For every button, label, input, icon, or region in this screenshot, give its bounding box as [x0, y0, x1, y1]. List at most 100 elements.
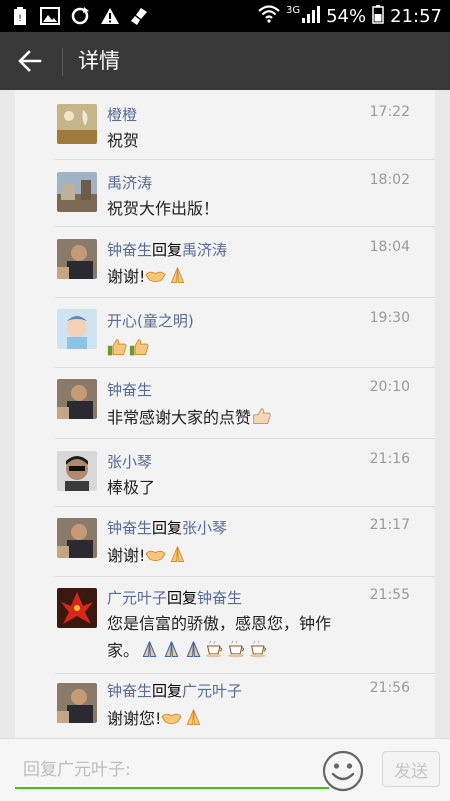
- pray-emoji-icon: [171, 546, 185, 562]
- comment-author[interactable]: 钟奋生回复张小琴: [107, 517, 227, 538]
- pray-emoji-icon: [186, 641, 201, 658]
- pray-emoji-icon: [171, 267, 185, 283]
- reply-label: 回复: [167, 589, 198, 607]
- reply-target-name[interactable]: 钟奋生: [197, 589, 242, 607]
- avatar[interactable]: [57, 379, 97, 419]
- reply-input[interactable]: [15, 753, 329, 789]
- avatar[interactable]: [57, 588, 97, 628]
- author-name[interactable]: 钟奋生: [107, 519, 152, 537]
- author-name[interactable]: 钟奋生: [107, 241, 152, 259]
- comment-item[interactable]: 广元叶子回复钟奋生 21:55 您是信富的骄傲，感恩您，钟作 家。: [15, 577, 435, 674]
- avatar[interactable]: [57, 518, 97, 558]
- status-bar: ! 3G 54% 21:57: [0, 0, 450, 32]
- comment-item[interactable]: 钟奋生回复广元叶子 21:56 谢谢您!: [15, 674, 435, 738]
- thumbs-up-emoji-icon: [253, 408, 271, 424]
- comment-item[interactable]: 禹济涛 18:02 祝贺大作出版！: [15, 160, 435, 227]
- handshake-emoji-icon: [145, 271, 167, 283]
- emoji-button[interactable]: [322, 750, 364, 792]
- comment-time: 17:22: [369, 104, 410, 120]
- comment-item[interactable]: 橙橙 17:22 祝贺: [15, 90, 435, 160]
- avatar[interactable]: [57, 104, 97, 144]
- comment-time: 18:02: [369, 172, 410, 188]
- author-name[interactable]: 钟奋生: [107, 682, 152, 700]
- coffee-emoji-icon: [249, 640, 267, 658]
- page-title: 详情: [78, 49, 120, 73]
- comment-text: 您是信富的骄傲，感恩您，钟作 家。: [107, 610, 407, 664]
- title-bar: 详情: [0, 32, 450, 90]
- comment-text: 祝贺: [107, 131, 140, 150]
- comment-item[interactable]: 开心(童之明) 19:30: [15, 298, 435, 368]
- warning-icon: [100, 6, 120, 26]
- comment-time: 21:55: [369, 587, 410, 603]
- avatar[interactable]: [57, 309, 97, 349]
- reply-label: 回复: [152, 519, 183, 537]
- comment-text: 非常感谢大家的点赞: [107, 404, 407, 431]
- comment-text-content: 谢谢!: [107, 267, 146, 286]
- avatar[interactable]: [57, 683, 97, 723]
- comment-author[interactable]: 禹济涛: [107, 172, 152, 193]
- comment-text-line: 您是信富的骄傲，感恩您，钟作: [107, 614, 332, 633]
- comment-author[interactable]: 开心(童之明): [107, 310, 194, 331]
- comment-item[interactable]: 钟奋生回复张小琴 21:17 谢谢!: [15, 507, 435, 577]
- reply-target-name[interactable]: 广元叶子: [182, 682, 242, 700]
- comment-time: 21:56: [369, 680, 410, 696]
- comment-time: 19:30: [369, 310, 410, 326]
- comment-time: 18:04: [369, 239, 410, 255]
- comment-text-content: 非常感谢大家的点赞: [107, 408, 252, 427]
- avatar[interactable]: [57, 239, 97, 279]
- sync-icon: [70, 6, 90, 26]
- avatar[interactable]: [57, 451, 97, 491]
- comment-text-content: 家。: [107, 641, 140, 660]
- coffee-emoji-icon: [227, 640, 245, 658]
- comment-author[interactable]: 钟奋生: [107, 379, 152, 400]
- battery-icon: [372, 4, 384, 29]
- comment-item[interactable]: 张小琴 21:16 棒极了: [15, 439, 435, 507]
- comment-author[interactable]: 橙橙: [107, 104, 137, 125]
- signal-icon: [302, 5, 321, 28]
- reply-target-name[interactable]: 张小琴: [182, 519, 227, 537]
- comment-text: 棒极了: [107, 478, 156, 497]
- title-divider: [62, 48, 63, 76]
- comment-item[interactable]: 钟奋生回复禹济涛 18:04 谢谢!: [15, 227, 435, 298]
- comment-time: 21:16: [369, 451, 410, 467]
- pray-emoji-icon: [142, 641, 157, 658]
- network-type: 3G: [285, 4, 301, 16]
- comment-text-line: 家。: [107, 637, 407, 664]
- reply-label: 回复: [152, 682, 183, 700]
- image-icon: [40, 6, 60, 26]
- battery-alert-icon: !: [10, 6, 30, 26]
- reply-target-name[interactable]: 禹济涛: [182, 241, 227, 259]
- comment-text: 谢谢!: [107, 542, 407, 569]
- clean-icon: [130, 6, 150, 26]
- pray-emoji-icon: [164, 641, 179, 658]
- reply-label: 回复: [152, 241, 183, 259]
- comment-text: [107, 335, 407, 362]
- comment-text: 谢谢!: [107, 263, 407, 290]
- svg-text:!: !: [18, 14, 22, 24]
- comment-item[interactable]: 钟奋生 20:10 非常感谢大家的点赞: [15, 368, 435, 439]
- comment-time: 21:17: [369, 517, 410, 533]
- comment-text-content: 谢谢!: [107, 546, 146, 565]
- back-button[interactable]: [12, 44, 48, 78]
- comment-author[interactable]: 张小琴: [107, 451, 152, 472]
- reply-bar: 发送: [0, 738, 450, 801]
- comment-text: 祝贺大作出版！: [107, 199, 220, 218]
- battery-level: 54%: [326, 5, 367, 27]
- comment-text-content: 谢谢您!: [107, 709, 162, 728]
- wifi-icon: [258, 4, 280, 28]
- comment-author[interactable]: 钟奋生回复禹济涛: [107, 239, 227, 260]
- comment-list: 橙橙 17:22 祝贺 禹济涛 18:02 祝贺大作出版！ 钟奋生回复禹济涛 1…: [15, 90, 435, 738]
- pray-emoji-icon: [187, 709, 201, 725]
- thumbs-up-emoji-icon: [107, 339, 127, 356]
- comment-time: 20:10: [369, 379, 410, 395]
- thumbs-up-emoji-icon: [129, 339, 149, 356]
- author-name[interactable]: 广元叶子: [107, 589, 167, 607]
- comment-text: 谢谢您!: [107, 705, 407, 732]
- send-button[interactable]: 发送: [382, 751, 440, 787]
- avatar[interactable]: [57, 172, 97, 212]
- back-arrow-icon: [18, 50, 42, 72]
- comment-author[interactable]: 钟奋生回复广元叶子: [107, 680, 242, 701]
- smiley-icon: [322, 750, 364, 792]
- handshake-emoji-icon: [145, 550, 167, 562]
- comment-author[interactable]: 广元叶子回复钟奋生: [107, 587, 242, 608]
